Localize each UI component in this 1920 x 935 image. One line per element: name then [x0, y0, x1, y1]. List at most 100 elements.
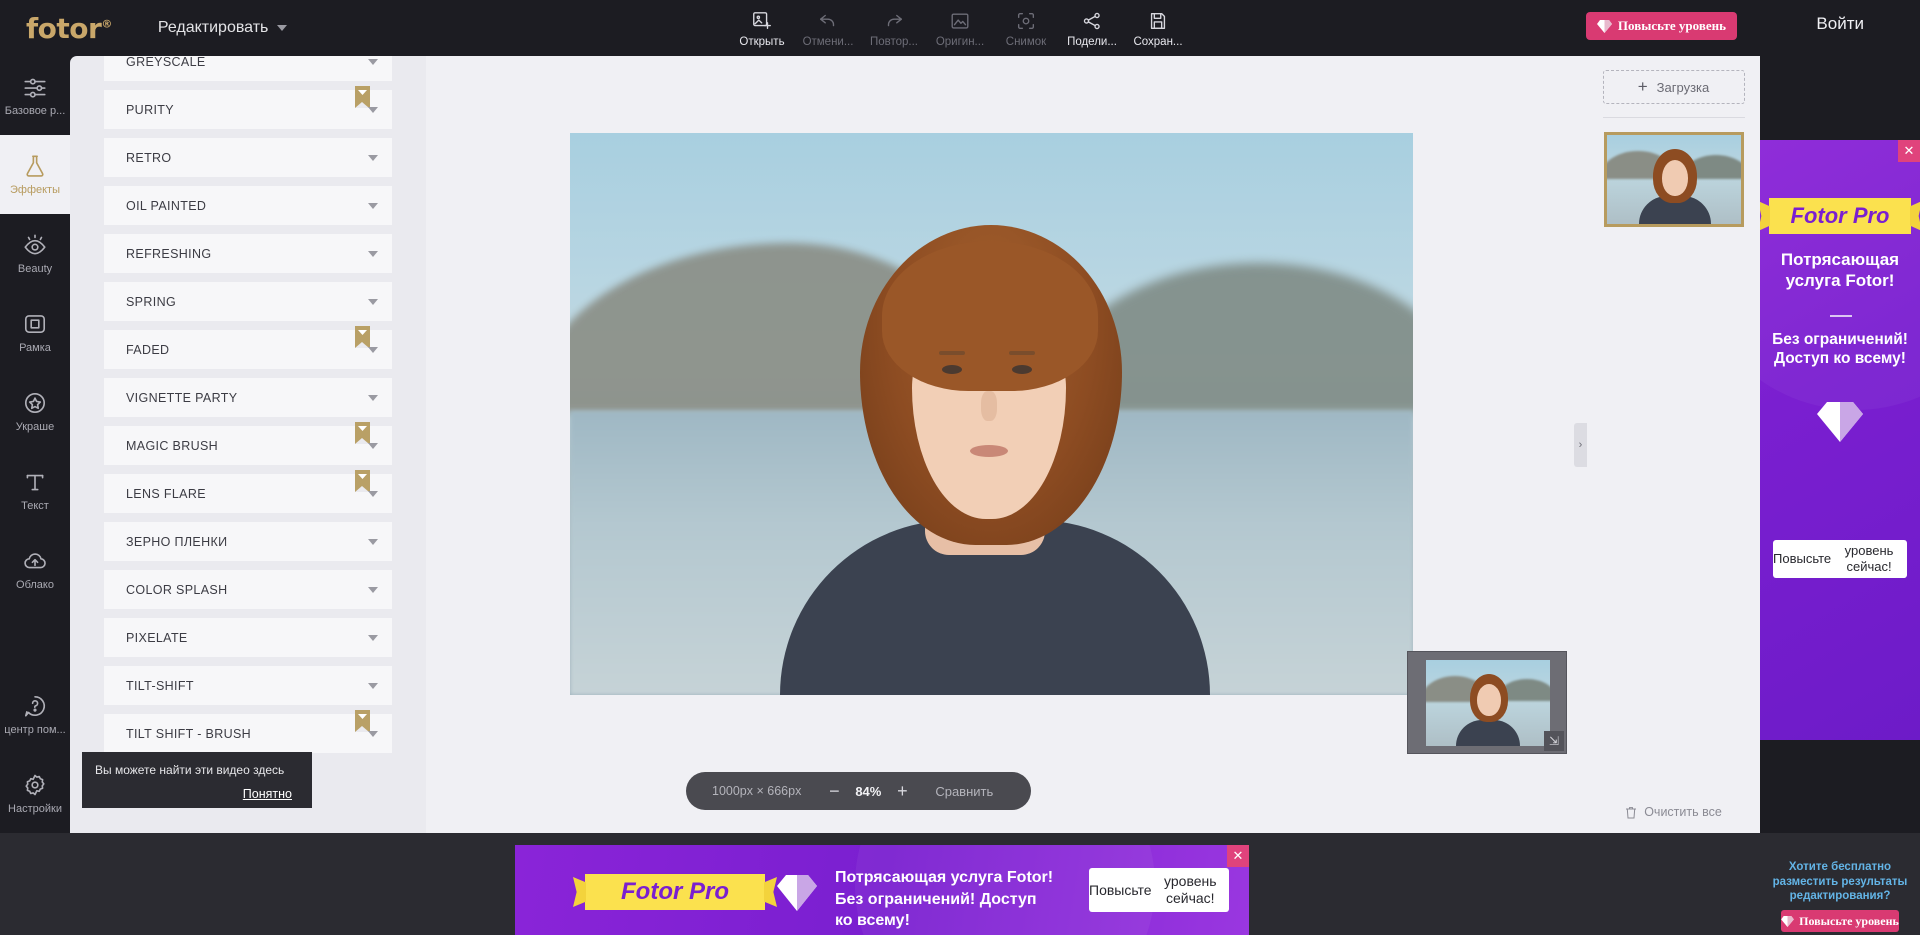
- chevron-down-icon[interactable]: [368, 442, 378, 449]
- chevron-down-icon[interactable]: [368, 394, 378, 401]
- cloud-upload-icon: [22, 548, 48, 574]
- rail-item-help-question[interactable]: центр пом...: [0, 675, 70, 754]
- effect-row[interactable]: LENS FLARE: [104, 470, 392, 513]
- clear-all-button[interactable]: Очистить все: [1587, 805, 1760, 819]
- star-badge-icon: [22, 390, 48, 416]
- bottom-ad-cta-button[interactable]: Повысьте уровень сейчас!: [1089, 868, 1229, 912]
- effect-row[interactable]: TILT-SHIFT: [104, 666, 392, 705]
- effect-row[interactable]: REFRESHING: [104, 234, 392, 273]
- rail-item-frame[interactable]: Рамка: [0, 293, 70, 372]
- effect-name: PURITY: [126, 102, 174, 117]
- chevron-down-icon[interactable]: [368, 58, 378, 65]
- minimap-resize-grip[interactable]: ⇲: [1544, 731, 1564, 751]
- toolbar: Открыть Отмени... Повтор... Оригин... Снимок…: [729, 8, 1191, 48]
- chevron-down-icon[interactable]: [368, 538, 378, 545]
- toolbar-item-original-image[interactable]: Оригин...: [927, 8, 993, 48]
- chevron-down-icon[interactable]: [368, 202, 378, 209]
- toolbar-item-redo[interactable]: Повтор...: [861, 8, 927, 48]
- bottom-ad-text: Потрясающая услуга Fotor! Без ограничени…: [835, 867, 1053, 932]
- bottom-ad-close-button[interactable]: ✕: [1227, 845, 1249, 867]
- effect-row[interactable]: TILT SHIFT - BRUSH: [104, 710, 392, 753]
- toolbar-item-snapshot[interactable]: Снимок: [993, 8, 1059, 48]
- panel-collapse-handle[interactable]: ›: [1574, 422, 1587, 467]
- upgrade-button[interactable]: Повысьте уровень: [1585, 12, 1737, 40]
- toolbar-item-label: Повтор...: [869, 36, 919, 48]
- zoom-in-button[interactable]: +: [891, 781, 913, 802]
- effect-row[interactable]: GREYSCALE: [104, 56, 392, 81]
- minimap[interactable]: ⇲: [1407, 651, 1567, 754]
- pro-badge-icon: [355, 86, 370, 108]
- rail-item-star-badge[interactable]: Украше: [0, 372, 70, 451]
- upload-button[interactable]: + Загрузка: [1602, 70, 1745, 104]
- zoom-level: 84%: [855, 783, 882, 799]
- effect-name: RETRO: [126, 150, 172, 165]
- promo-button-label: Повысьте уровень: [1799, 913, 1899, 928]
- tooltip-text: Вы можете найти эти видео здесь: [95, 763, 285, 777]
- help-question-icon: [22, 693, 48, 719]
- tooltip-ok-link[interactable]: Понятно: [243, 787, 292, 801]
- rail-item-cloud-upload[interactable]: Облако: [0, 530, 70, 609]
- toolbar-item-save[interactable]: Сохран...: [1125, 8, 1191, 48]
- photo-brow-left: [939, 351, 965, 355]
- chevron-down-icon[interactable]: [368, 106, 378, 113]
- toolbar-item-open-image[interactable]: Открыть: [729, 8, 795, 48]
- effect-row[interactable]: PIXELATE: [104, 618, 392, 657]
- bottom-ad-line2: Без ограничений! Доступ: [835, 890, 1037, 908]
- fotor-logo[interactable]: fotor®: [26, 12, 112, 45]
- share-icon: [1081, 10, 1103, 32]
- chevron-down-icon[interactable]: [368, 298, 378, 305]
- edit-menu-label: Редактировать: [157, 19, 269, 36]
- rail-item-text-t[interactable]: Текст: [0, 451, 70, 530]
- text-t-icon: [22, 469, 48, 495]
- toolbar-item-share[interactable]: Подели...: [1059, 8, 1125, 48]
- effect-name: PIXELATE: [126, 630, 188, 645]
- promo-text: Хотите бесплатно разместить результаты ред…: [1772, 861, 1908, 903]
- effect-row[interactable]: FADED: [104, 326, 392, 369]
- original-image-icon: [949, 10, 971, 32]
- effect-row[interactable]: COLOR SPLASH: [104, 570, 392, 609]
- rail-item-flask[interactable]: Эффекты: [0, 135, 70, 214]
- sign-in-button[interactable]: Войти: [1816, 14, 1864, 34]
- effects-list: GREYSCALE PURITY RETRO OIL PAINTED REFRESHIN…: [70, 56, 426, 762]
- rail-item-sliders[interactable]: Базовое р...: [0, 56, 70, 135]
- chevron-down-icon[interactable]: [368, 682, 378, 689]
- effect-row[interactable]: PURITY: [104, 86, 392, 129]
- rail-item-eye[interactable]: Beauty: [0, 214, 70, 293]
- pro-badge-icon: [355, 710, 370, 732]
- side-ad-close-button[interactable]: ✕: [1898, 140, 1920, 162]
- effect-row[interactable]: OIL PAINTED: [104, 186, 392, 225]
- snapshot-icon: [1015, 10, 1037, 32]
- effect-row[interactable]: ЗЕРНО ПЛЕНКИ: [104, 522, 392, 561]
- effect-row[interactable]: VIGNETTE PARTY: [104, 378, 392, 417]
- edited-photo[interactable]: [570, 133, 1413, 695]
- effect-row[interactable]: RETRO: [104, 138, 392, 177]
- effect-row[interactable]: MAGIC BRUSH: [104, 422, 392, 465]
- toolbar-item-label: Подели...: [1067, 36, 1117, 48]
- chevron-down-icon[interactable]: [368, 154, 378, 161]
- chevron-down-icon[interactable]: [368, 586, 378, 593]
- toolbar-item-label: Открыть: [739, 36, 785, 48]
- compare-button[interactable]: Сравнить: [935, 784, 993, 799]
- chevron-down-icon[interactable]: [368, 346, 378, 353]
- effect-name: TILT SHIFT - BRUSH: [126, 726, 252, 741]
- minimap-image: [1426, 660, 1550, 746]
- chevron-down-icon[interactable]: [368, 250, 378, 257]
- chevron-down-icon[interactable]: [368, 730, 378, 737]
- toolbar-item-undo[interactable]: Отмени...: [795, 8, 861, 48]
- bottom-ad: ✕ Fotor Pro Потрясающая услуга Fotor! Бе…: [515, 845, 1249, 935]
- edit-menu[interactable]: Редактировать: [158, 19, 288, 37]
- photo-thumbnail[interactable]: [1603, 132, 1744, 227]
- chevron-down-icon[interactable]: [368, 490, 378, 497]
- effect-name: GREYSCALE: [126, 56, 206, 69]
- rail-item-label: Эффекты: [9, 184, 60, 196]
- zoom-out-button[interactable]: −: [823, 781, 845, 802]
- side-ad-cta-button[interactable]: Повысьте уровень сейчас!: [1773, 540, 1907, 578]
- effect-row[interactable]: SPRING: [104, 282, 392, 321]
- chevron-down-icon[interactable]: [368, 634, 378, 641]
- effect-name: OIL PAINTED: [126, 198, 207, 213]
- rail-item-label: Текст: [21, 500, 49, 512]
- effect-name: COLOR SPLASH: [126, 582, 228, 597]
- promo-upgrade-button[interactable]: Повысьте уровень: [1781, 910, 1899, 933]
- bottom-ad-line3: ко всему!: [835, 912, 910, 930]
- rail-item-gear[interactable]: Настройки: [0, 754, 70, 833]
